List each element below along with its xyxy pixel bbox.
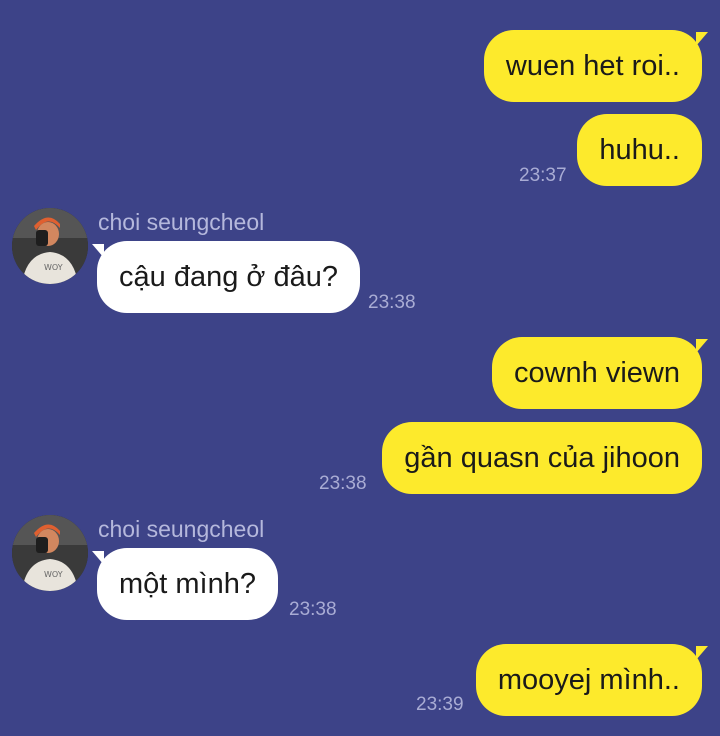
svg-text:WOY: WOY — [44, 570, 63, 579]
message-text: wuen het roi.. — [505, 49, 680, 82]
message-text: một mình? — [119, 567, 256, 600]
message-text: gần quasn của jihoon — [404, 441, 680, 474]
bubble-tail — [696, 32, 708, 46]
sender-name: choi seungcheol — [98, 209, 265, 235]
sender-avatar[interactable]: WOY — [12, 208, 88, 284]
message-timestamp: 23:38 — [368, 292, 416, 313]
outgoing-message-bubble[interactable]: wuen het roi.. — [483, 30, 702, 102]
incoming-message-bubble[interactable]: một mình? — [97, 548, 278, 620]
sender-avatar[interactable]: WOY — [12, 515, 88, 591]
message-timestamp: 23:38 — [319, 473, 367, 494]
outgoing-message-bubble[interactable]: gần quasn của jihoon — [382, 422, 702, 494]
message-timestamp: 23:37 — [519, 165, 567, 186]
message-text: mooyej mình.. — [497, 663, 680, 696]
bubble-tail — [696, 646, 708, 660]
message-timestamp: 23:38 — [289, 599, 337, 620]
outgoing-message-bubble[interactable]: huhu.. — [577, 114, 702, 186]
user-photo-icon: WOY — [12, 208, 88, 284]
message-text: cậu đang ở đâu? — [119, 260, 338, 293]
outgoing-message-bubble[interactable]: mooyej mình.. — [475, 644, 702, 716]
bubble-tail — [696, 339, 708, 353]
incoming-message-bubble[interactable]: cậu đang ở đâu? — [97, 241, 360, 313]
message-text: cownh viewn — [513, 356, 680, 389]
sender-name: choi seungcheol — [98, 516, 265, 542]
message-text: huhu.. — [599, 133, 680, 166]
user-photo-icon: WOY — [12, 515, 88, 591]
outgoing-message-bubble[interactable]: cownh viewn — [491, 337, 702, 409]
svg-text:WOY: WOY — [44, 263, 63, 272]
message-timestamp: 23:39 — [416, 694, 464, 715]
